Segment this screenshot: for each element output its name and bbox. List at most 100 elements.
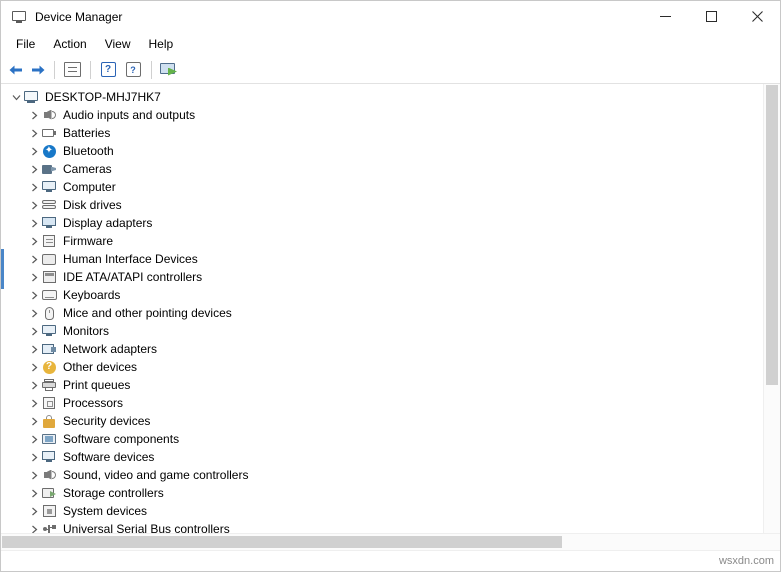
show-hide-console-tree-button[interactable] (60, 58, 84, 81)
tree-node-computer[interactable]: Computer (1, 178, 763, 196)
chevron-right-icon[interactable] (27, 232, 41, 250)
ide-controller-icon (41, 269, 57, 285)
display-adapter-icon (41, 215, 57, 231)
chevron-right-icon[interactable] (27, 394, 41, 412)
tree-node-security-devices[interactable]: Security devices (1, 412, 763, 430)
chevron-right-icon[interactable] (27, 322, 41, 340)
tree-node-disk-drives[interactable]: Disk drives (1, 196, 763, 214)
chevron-right-icon[interactable] (27, 502, 41, 520)
chevron-right-icon[interactable] (27, 214, 41, 232)
help-button[interactable]: ? (96, 58, 120, 81)
tree-node-system-devices[interactable]: System devices (1, 502, 763, 520)
tree-node-label: Universal Serial Bus controllers (63, 522, 230, 533)
chevron-right-icon[interactable] (27, 124, 41, 142)
tree-node-firmware[interactable]: Firmware (1, 232, 763, 250)
tree-node-label: Bluetooth (63, 144, 114, 158)
tree-node-root-label: DESKTOP-MHJ7HK7 (45, 90, 161, 104)
vertical-scrollbar[interactable] (763, 84, 780, 533)
scan-monitor-icon (160, 62, 178, 77)
tree-node-bluetooth[interactable]: ✦ Bluetooth (1, 142, 763, 160)
battery-icon (41, 125, 57, 141)
chevron-right-icon[interactable] (27, 268, 41, 286)
tree-node-monitors[interactable]: Monitors (1, 322, 763, 340)
tree-node-human-interface-devices[interactable]: Human Interface Devices (1, 250, 763, 268)
computer-icon (41, 179, 57, 195)
chevron-right-icon[interactable] (27, 178, 41, 196)
chevron-right-icon[interactable] (27, 466, 41, 484)
menu-view[interactable]: View (96, 34, 140, 54)
tree-node-mice-and-other-pointing-devices[interactable]: Mice and other pointing devices (1, 304, 763, 322)
tree-node-label: Other devices (63, 360, 138, 374)
monitor-icon (41, 323, 57, 339)
tree-node-label: Network adapters (63, 342, 158, 356)
bluetooth-icon: ✦ (41, 143, 57, 159)
chevron-right-icon[interactable] (27, 160, 41, 178)
tree-node-print-queues[interactable]: Print queues (1, 376, 763, 394)
chevron-right-icon[interactable] (27, 196, 41, 214)
tree-node-display-adapters[interactable]: Display adapters (1, 214, 763, 232)
tree-node-label: Cameras (63, 162, 112, 176)
menu-help[interactable]: Help (140, 34, 183, 54)
chevron-right-icon[interactable] (27, 358, 41, 376)
usb-controller-icon (41, 521, 57, 533)
tree-node-ide-ata-atapi-controllers[interactable]: IDE ATA/ATAPI controllers (1, 268, 763, 286)
forward-button[interactable] (27, 59, 49, 81)
menu-action[interactable]: Action (44, 34, 95, 54)
tree-node-label: Computer (63, 180, 116, 194)
tree-node-software-devices[interactable]: Software devices (1, 448, 763, 466)
tree-node-storage-controllers[interactable]: Storage controllers (1, 484, 763, 502)
chevron-right-icon[interactable] (27, 304, 41, 322)
chevron-right-icon[interactable] (27, 448, 41, 466)
properties-help-button[interactable]: ? (121, 58, 145, 81)
chevron-down-icon[interactable] (9, 88, 23, 106)
horizontal-scrollbar-thumb[interactable] (2, 536, 562, 548)
tree-node-label: Audio inputs and outputs (63, 108, 196, 122)
chevron-right-icon[interactable] (27, 484, 41, 502)
close-button[interactable] (734, 1, 780, 32)
tree-node-other-devices[interactable]: ? Other devices (1, 358, 763, 376)
tree-node-audio-inputs-and-outputs[interactable]: Audio inputs and outputs (1, 106, 763, 124)
chevron-right-icon[interactable] (27, 142, 41, 160)
device-manager-icon (11, 9, 27, 25)
tree-node-software-components[interactable]: Software components (1, 430, 763, 448)
toolbar-separator-3 (151, 60, 152, 79)
device-manager-window: Device Manager File Action View Help ? ?… (0, 0, 781, 572)
tree-node-processors[interactable]: Processors (1, 394, 763, 412)
tree-node-label: Print queues (63, 378, 131, 392)
chevron-right-icon[interactable] (27, 250, 41, 268)
tree-node-cameras[interactable]: Cameras (1, 160, 763, 178)
network-adapter-icon (41, 341, 57, 357)
chevron-right-icon[interactable] (27, 286, 41, 304)
tree-node-label: Keyboards (63, 288, 121, 302)
scan-hardware-changes-button[interactable] (157, 58, 181, 81)
tree-node-universal-serial-bus-controllers[interactable]: Universal Serial Bus controllers (1, 520, 763, 533)
tree-node-network-adapters[interactable]: Network adapters (1, 340, 763, 358)
menu-bar: File Action View Help (1, 32, 780, 56)
printer-icon (41, 377, 57, 393)
tree-node-batteries[interactable]: Batteries (1, 124, 763, 142)
title-bar: Device Manager (1, 1, 780, 32)
device-tree[interactable]: DESKTOP-MHJ7HK7 Audio inputs and outputs… (1, 84, 763, 533)
horizontal-scrollbar[interactable] (1, 533, 780, 550)
tree-node-label: Sound, video and game controllers (63, 468, 249, 482)
vertical-scrollbar-thumb[interactable] (766, 85, 778, 385)
back-button[interactable] (5, 59, 27, 81)
security-lock-icon (41, 413, 57, 429)
chevron-right-icon[interactable] (27, 412, 41, 430)
tree-node-root[interactable]: DESKTOP-MHJ7HK7 (1, 88, 763, 106)
maximize-button[interactable] (688, 1, 734, 32)
warning-icon: ? (41, 359, 57, 375)
firmware-icon (41, 233, 57, 249)
menu-file[interactable]: File (7, 34, 44, 54)
minimize-button[interactable] (642, 1, 688, 32)
chevron-right-icon[interactable] (27, 376, 41, 394)
tree-node-keyboards[interactable]: Keyboards (1, 286, 763, 304)
chevron-right-icon[interactable] (27, 520, 41, 533)
tree-node-label: Disk drives (63, 198, 122, 212)
chevron-right-icon[interactable] (27, 106, 41, 124)
chevron-right-icon[interactable] (27, 340, 41, 358)
caption-buttons (642, 1, 780, 32)
chevron-right-icon[interactable] (27, 430, 41, 448)
computer-icon (23, 89, 39, 105)
tree-node-sound-video-and-game-controllers[interactable]: Sound, video and game controllers (1, 466, 763, 484)
